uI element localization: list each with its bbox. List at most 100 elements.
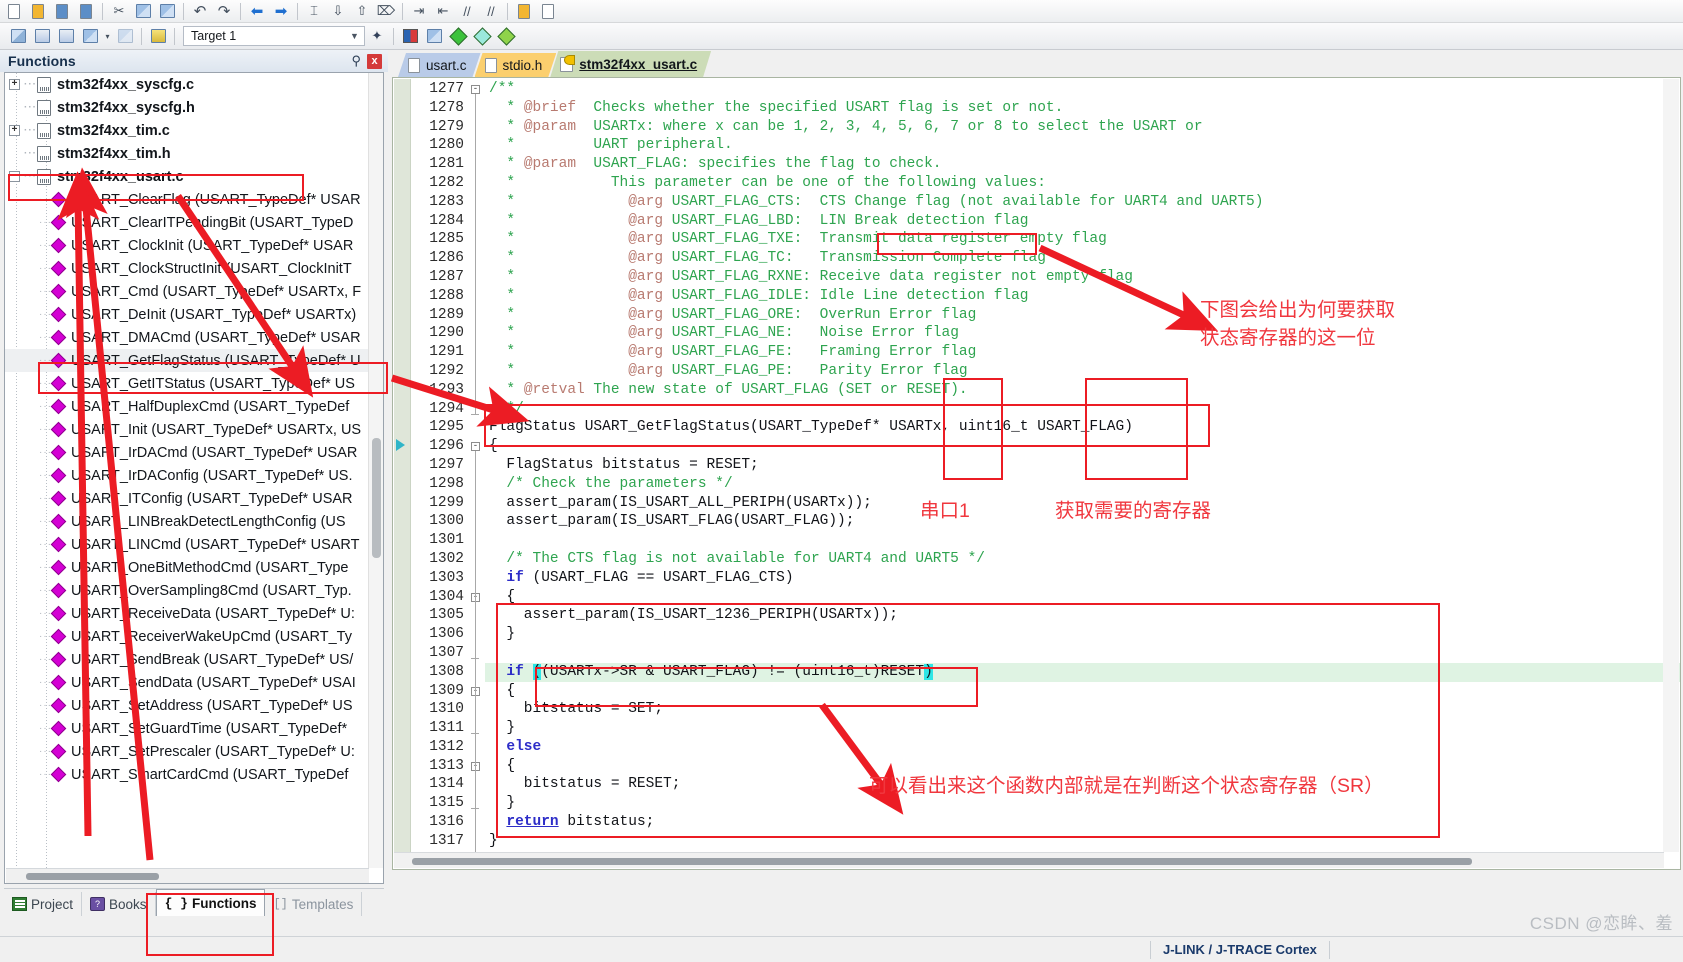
tree-item-function[interactable]: ··· USART_ClockInit (USART_TypeDef* USAR	[5, 234, 383, 257]
code-line[interactable]: * @arg USART_FLAG_TC: Transmission Compl…	[485, 249, 1680, 268]
code-line[interactable]: assert_param(IS_USART_FLAG(USART_FLAG));	[485, 512, 1680, 531]
tree-item-function[interactable]: ··· USART_ClockStructInit (USART_ClockIni…	[5, 257, 383, 280]
tree-vertical-scrollbar[interactable]	[368, 73, 383, 868]
code-line[interactable]: bitstatus = SET;	[485, 700, 1680, 719]
code-line[interactable]: */	[485, 400, 1680, 419]
tree-item-function[interactable]: ··· USART_GetFlagStatus (USART_TypeDef* U	[5, 349, 383, 372]
tree-item-function[interactable]: ··· USART_GetITStatus (USART_TypeDef* US	[5, 372, 383, 395]
collapse-icon[interactable]: -	[9, 171, 20, 182]
code-line[interactable]: * @arg USART_FLAG_RXNE: Receive data reg…	[485, 268, 1680, 287]
uncomment-icon[interactable]: //	[479, 1, 503, 22]
code-line[interactable]: * @arg USART_FLAG_TXE: Transmit data reg…	[485, 230, 1680, 249]
bookmark-clear-icon[interactable]: ⌦	[374, 1, 398, 22]
tree-item-function[interactable]: ··· USART_IrDACmd (USART_TypeDef* USAR	[5, 441, 383, 464]
tree-item-function[interactable]: ··· USART_ClearFlag (USART_TypeDef* USAR	[5, 188, 383, 211]
pack-installer-icon[interactable]	[446, 26, 470, 47]
code-line[interactable]: assert_param(IS_USART_ALL_PERIPH(USARTx)…	[485, 494, 1680, 513]
nav-back-icon[interactable]: ⬅	[245, 1, 269, 22]
tree-item-function[interactable]: ··· USART_ReceiverWakeUpCmd (USART_Ty	[5, 625, 383, 648]
code-line[interactable]: * UART peripheral.	[485, 136, 1680, 155]
tree-item-function[interactable]: ··· USART_ClearITPendingBit (USART_TypeD	[5, 211, 383, 234]
manage-components-icon[interactable]	[422, 26, 446, 47]
open-window-icon[interactable]	[512, 1, 536, 22]
code-line[interactable]: }	[485, 832, 1680, 851]
tree-item-file[interactable]: ··· stm32f4xx_tim.h	[5, 142, 383, 165]
code-line[interactable]: {	[485, 437, 1680, 456]
bookmark-toggle-icon[interactable]: ⌶	[302, 1, 326, 22]
code-line[interactable]: /* The CTS flag is not available for UAR…	[485, 550, 1680, 569]
dock-tab-templates[interactable]: [] Templates	[265, 892, 363, 916]
code-line[interactable]: }	[485, 794, 1680, 813]
tree-item-file[interactable]: - ··· stm32f4xx_usart.c	[5, 165, 383, 188]
code-line[interactable]: FlagStatus USART_GetFlagStatus(USART_Typ…	[485, 418, 1680, 437]
code-line[interactable]: /* Check the parameters */	[485, 475, 1680, 494]
code-line[interactable]: if ((USARTx->SR & USART_FLAG) != (uint16…	[485, 662, 1680, 682]
tree-item-function[interactable]: ··· USART_HalfDuplexCmd (USART_TypeDef	[5, 395, 383, 418]
tree-item-function[interactable]: ··· USART_SetGuardTime (USART_TypeDef*	[5, 717, 383, 740]
fold-collapse-icon[interactable]: -	[471, 85, 480, 94]
save-all-icon[interactable]	[74, 1, 98, 22]
download-icon[interactable]	[146, 26, 170, 47]
code-line[interactable]: * @arg USART_FLAG_IDLE: Idle Line detect…	[485, 287, 1680, 306]
dock-tab-books[interactable]: Books	[82, 892, 156, 916]
code-line[interactable]: FlagStatus bitstatus = RESET;	[485, 456, 1680, 475]
tree-item-function[interactable]: ··· USART_OverSampling8Cmd (USART_Typ.	[5, 579, 383, 602]
configuration-wizard-icon[interactable]	[470, 26, 494, 47]
scrollbar-thumb[interactable]	[372, 438, 381, 558]
editor-tab-stdio-h[interactable]: stdio.h	[475, 53, 557, 77]
comment-icon[interactable]: //	[455, 1, 479, 22]
tree-horizontal-scrollbar[interactable]	[6, 868, 369, 883]
batch-build-dropdown-icon[interactable]: ▾	[102, 26, 113, 47]
tree-item-function[interactable]: ··· USART_SendBreak (USART_TypeDef* US/	[5, 648, 383, 671]
code-line[interactable]: }	[485, 625, 1680, 644]
tree-item-file[interactable]: + ··· stm32f4xx_syscfg.c	[5, 73, 383, 96]
tree-item-function[interactable]: ··· USART_DeInit (USART_TypeDef* USARTx)	[5, 303, 383, 326]
tree-item-function[interactable]: ··· USART_SendData (USART_TypeDef* USAI	[5, 671, 383, 694]
dock-tab-project[interactable]: Project	[4, 892, 83, 916]
code-line[interactable]: * @arg USART_FLAG_CTS: CTS Change flag (…	[485, 193, 1680, 212]
indent-icon[interactable]: ⇥	[407, 1, 431, 22]
code-line[interactable]: * @arg USART_FLAG_FE: Framing Error flag	[485, 343, 1680, 362]
environment-icon[interactable]	[494, 26, 518, 47]
pin-icon[interactable]: ⚲	[345, 53, 367, 69]
code-line[interactable]: * This parameter can be one of the follo…	[485, 174, 1680, 193]
open-file-icon[interactable]	[26, 1, 50, 22]
code-line[interactable]: * @retval The new state of USART_FLAG (S…	[485, 381, 1680, 400]
bookmark-prev-icon[interactable]: ⇧	[350, 1, 374, 22]
tree-item-file[interactable]: + ··· stm32f4xx_tim.c	[5, 119, 383, 142]
code-line[interactable]: * @param USART_FLAG: specifies the flag …	[485, 155, 1680, 174]
tree-item-function[interactable]: ··· USART_SetAddress (USART_TypeDef* US	[5, 694, 383, 717]
tree-item-function[interactable]: ··· USART_SmartCardCmd (USART_TypeDef	[5, 763, 383, 786]
tree-item-function[interactable]: ··· USART_IrDAConfig (USART_TypeDef* US.	[5, 464, 383, 487]
batch-build-icon[interactable]	[78, 26, 102, 47]
tree-item-function[interactable]: ··· USART_LINCmd (USART_TypeDef* USART	[5, 533, 383, 556]
dock-tab-functions[interactable]: { } Functions	[155, 889, 266, 916]
translate-icon[interactable]	[6, 26, 30, 47]
code-line[interactable]: * @param USARTx: where x can be 1, 2, 3,…	[485, 118, 1680, 137]
code-line[interactable]: * @arg USART_FLAG_NE: Noise Error flag	[485, 324, 1680, 343]
new-file-icon[interactable]	[2, 1, 26, 22]
code-line[interactable]: return bitstatus;	[485, 813, 1680, 832]
save-file-icon[interactable]	[50, 1, 74, 22]
options-target-icon[interactable]	[398, 26, 422, 47]
code-line[interactable]: else	[485, 738, 1680, 757]
breakpoint-gutter[interactable]	[394, 79, 411, 868]
scrollbar-thumb[interactable]	[412, 858, 1472, 865]
code-line[interactable]: bitstatus = RESET;	[485, 775, 1680, 794]
build-icon[interactable]	[30, 26, 54, 47]
tree-item-function[interactable]: ··· USART_LINBreakDetectLengthConfig (US	[5, 510, 383, 533]
code-line[interactable]: * @arg USART_FLAG_ORE: OverRun Error fla…	[485, 306, 1680, 325]
copy-icon[interactable]	[131, 1, 155, 22]
code-line[interactable]	[485, 531, 1680, 550]
undo-icon[interactable]: ↶	[188, 1, 212, 22]
tree-item-function[interactable]: ··· USART_Init (USART_TypeDef* USARTx, US	[5, 418, 383, 441]
tree-item-function[interactable]: ··· USART_SetPrescaler (USART_TypeDef* U:	[5, 740, 383, 763]
expand-icon[interactable]: +	[9, 79, 20, 90]
redo-icon[interactable]: ↷	[212, 1, 236, 22]
code-line[interactable]: {	[485, 588, 1680, 607]
editor-tab-usart-c[interactable]: usart.c	[398, 53, 481, 77]
outdent-icon[interactable]: ⇤	[431, 1, 455, 22]
code-line[interactable]: {	[485, 757, 1680, 776]
stop-build-icon[interactable]	[113, 26, 137, 47]
magic-wand-icon[interactable]: ✦	[365, 26, 389, 47]
